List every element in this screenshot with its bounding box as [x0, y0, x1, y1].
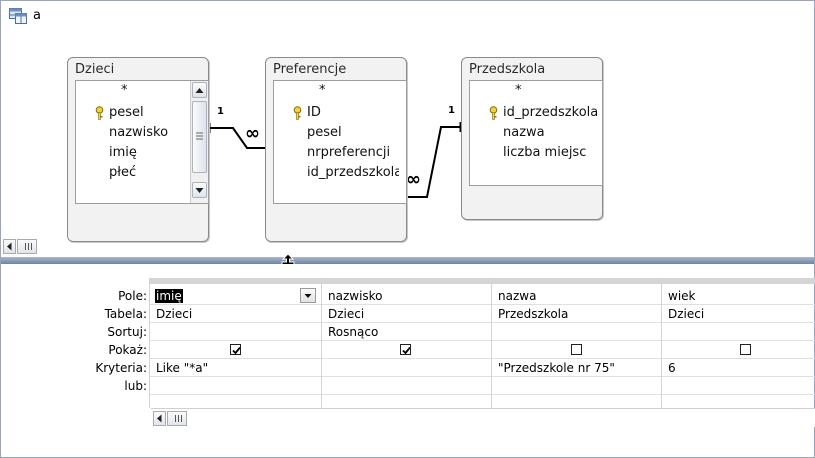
criteria-cell[interactable]: "Przedszkole nr 75" — [492, 359, 662, 377]
field-value-selected: imię — [155, 289, 183, 303]
field-item[interactable]: płeć — [109, 163, 136, 183]
show-cell[interactable] — [492, 341, 662, 359]
query-icon — [9, 8, 27, 24]
scroll-down-icon[interactable] — [192, 182, 207, 198]
table-title: Przedszkola — [469, 62, 546, 77]
table-title: Dzieci — [75, 62, 115, 77]
scroll-up-icon[interactable] — [192, 82, 207, 98]
window-title: a — [33, 8, 41, 23]
field-item[interactable]: ID — [307, 103, 321, 123]
field-list[interactable]: * ID pesel nrpreferencji id_przedszkola — [273, 80, 407, 204]
table-title: Preferencje — [273, 62, 347, 77]
dropdown-arrow-icon[interactable] — [300, 288, 316, 303]
relation-label-many: ∞ — [245, 123, 260, 144]
field-item[interactable]: nazwa — [503, 123, 545, 143]
scroll-left-icon[interactable] — [3, 239, 16, 254]
column-selector[interactable] — [662, 278, 815, 284]
grid-hscrollbar[interactable] — [151, 408, 815, 427]
field-item[interactable]: pesel — [307, 123, 342, 143]
key-icon — [293, 106, 302, 120]
field-item[interactable]: imię — [109, 143, 137, 163]
grid-column[interactable]: nazwa Przedszkola "Przedszkole nr 75" — [491, 278, 662, 408]
field-item[interactable]: id_przedszkola — [503, 103, 600, 123]
scroll-thumb[interactable] — [167, 411, 187, 426]
grid-column[interactable]: nazwisko Dzieci Rosnąco — [321, 278, 492, 408]
sort-cell[interactable]: Rosnąco — [322, 323, 492, 341]
table-przedszkola[interactable]: Przedszkola * id_przedszkola nazwa liczb… — [461, 57, 603, 220]
relation-line-dzieci-preferencje — [209, 127, 271, 149]
column-selector[interactable] — [322, 278, 492, 284]
or-cell[interactable] — [322, 377, 492, 395]
sort-cell[interactable] — [150, 323, 322, 341]
row-label-pokaz: Pokaż: — [108, 343, 147, 357]
relationship-pane[interactable]: 1 ∞ 1 ∞ Dzieci * pesel nazwisko imię płe… — [1, 31, 814, 254]
field-item[interactable]: id_przedszkola — [307, 163, 399, 183]
sort-cell[interactable] — [662, 323, 815, 341]
diagram-hscrollbar[interactable] — [3, 239, 37, 254]
sort-cell[interactable] — [492, 323, 662, 341]
field-item[interactable]: * — [121, 81, 128, 101]
or-cell[interactable] — [662, 377, 815, 395]
relation-label-one: 1 — [217, 106, 224, 117]
or-cell[interactable] — [492, 377, 662, 395]
field-item[interactable]: nazwisko — [109, 123, 181, 143]
row-label-tabela: Tabela: — [104, 307, 147, 321]
window-titlebar: a — [1, 1, 815, 31]
show-checkbox[interactable] — [740, 344, 751, 355]
key-icon — [489, 106, 498, 120]
field-item[interactable]: nrpreferencji — [307, 143, 399, 163]
grid-column[interactable]: wiek Dzieci 6 — [661, 278, 815, 408]
query-grid-pane: Pole: Tabela: Sortuj: Pokaż: Kryteria: l… — [1, 264, 815, 457]
show-cell[interactable] — [322, 341, 492, 359]
show-cell[interactable] — [662, 341, 815, 359]
query-design-window: a 1 ∞ 1 ∞ Dzieci * pesel nazwisko imię p… — [0, 0, 815, 458]
field-item[interactable]: * — [319, 81, 326, 101]
field-cell[interactable]: imię — [150, 287, 322, 305]
table-cell[interactable]: Dzieci — [662, 305, 815, 323]
table-cell[interactable]: Dzieci — [322, 305, 492, 323]
column-selector[interactable] — [492, 278, 662, 284]
field-item[interactable]: * — [515, 81, 522, 101]
key-icon — [95, 106, 104, 120]
criteria-cell[interactable]: 6 — [662, 359, 815, 377]
table-cell[interactable]: Przedszkola — [492, 305, 662, 323]
field-cell[interactable]: nazwa — [492, 287, 662, 305]
or-cell[interactable] — [150, 377, 322, 395]
show-cell[interactable] — [150, 341, 322, 359]
row-label-sortuj: Sortuj: — [107, 325, 147, 339]
field-list-scrollbar[interactable] — [190, 81, 208, 203]
scroll-thumb[interactable] — [192, 101, 207, 173]
show-checkbox[interactable] — [571, 344, 582, 355]
field-cell[interactable]: nazwisko — [322, 287, 492, 305]
show-checkbox[interactable] — [400, 344, 411, 355]
column-selector[interactable] — [150, 278, 322, 284]
table-cell[interactable]: Dzieci — [150, 305, 322, 323]
scroll-thumb[interactable] — [17, 239, 37, 254]
field-item[interactable]: pesel — [109, 103, 144, 123]
row-label-kryteria: Kryteria: — [95, 361, 147, 375]
table-dzieci[interactable]: Dzieci * pesel nazwisko imię płeć — [67, 57, 209, 242]
field-cell[interactable]: wiek — [662, 287, 815, 305]
row-label-lub: lub: — [124, 379, 147, 393]
field-item[interactable]: liczba miejsc — [503, 143, 600, 163]
relation-label-one: 1 — [448, 105, 455, 116]
field-list[interactable]: * pesel nazwisko imię płeć — [75, 80, 209, 204]
criteria-cell[interactable]: Like "*a" — [150, 359, 322, 377]
query-design-grid: imię Dzieci Like "*a" nazwisko Dzieci Ro… — [149, 278, 815, 428]
table-preferencje[interactable]: Preferencje * ID pesel nrpreferencji id_… — [265, 57, 407, 242]
relation-label-many: ∞ — [406, 169, 421, 190]
show-checkbox[interactable] — [230, 344, 241, 355]
criteria-cell[interactable] — [322, 359, 492, 377]
field-list[interactable]: * id_przedszkola nazwa liczba miejsc — [469, 80, 603, 186]
row-label-pole: Pole: — [118, 289, 147, 303]
pane-splitter[interactable] — [1, 257, 814, 264]
scroll-left-icon[interactable] — [153, 411, 166, 426]
grid-column[interactable]: imię Dzieci Like "*a" — [149, 278, 322, 408]
